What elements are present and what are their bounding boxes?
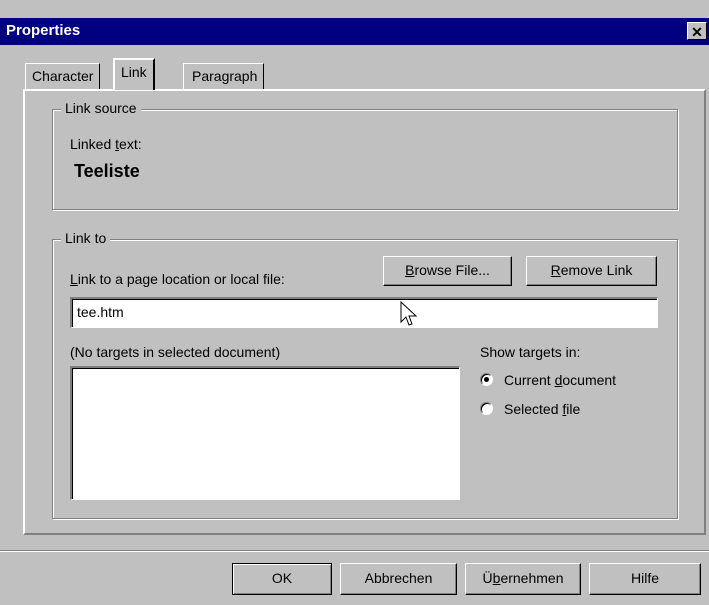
linked-text-value: Teeliste (74, 161, 140, 181)
location-label: Link to a page location or local file: (70, 271, 285, 287)
tab-paragraph[interactable]: Paragraph (183, 63, 265, 89)
title-bar: Properties ✕ (0, 18, 709, 45)
tab-link-label: Link (121, 64, 147, 80)
targets-message: (No targets in selected document) (70, 344, 281, 360)
remove-link-button[interactable]: Remove Link (526, 256, 657, 286)
apply-button[interactable]: Übernehmen (465, 563, 581, 595)
radio-selected-label: Selected file (504, 401, 581, 417)
link-source-legend: Link source (61, 100, 141, 116)
link-source-group (52, 109, 678, 210)
tab-character-label: Character (32, 68, 94, 84)
radio-selected-indicator (480, 402, 493, 415)
ok-button[interactable]: OK (232, 563, 332, 595)
radio-selected-file[interactable]: Selected file (480, 401, 665, 417)
linked-text-label: Linked text: (70, 136, 142, 152)
radio-current-indicator (480, 373, 493, 386)
targets-list[interactable] (70, 366, 460, 500)
radio-current-document[interactable]: Current document (480, 372, 665, 388)
location-input[interactable]: tee.htm (70, 297, 658, 328)
browse-file-button[interactable]: Browse File... (383, 256, 512, 286)
mouse-pointer-icon (400, 301, 418, 326)
tab-paragraph-label: Paragraph (192, 68, 258, 84)
cancel-button[interactable]: Abbrechen (340, 563, 457, 595)
tab-link[interactable]: Link (113, 58, 155, 90)
separator (0, 550, 709, 552)
window-title: Properties (6, 22, 81, 39)
link-to-legend: Link to (61, 230, 111, 246)
close-button[interactable]: ✕ (687, 22, 707, 40)
close-icon: ✕ (691, 24, 703, 40)
radio-current-label: Current document (504, 372, 617, 388)
help-button[interactable]: Hilfe (589, 563, 701, 595)
tab-character[interactable]: Character (25, 63, 101, 89)
location-input-value: tee.htm (77, 304, 124, 320)
show-targets-label: Show targets in: (480, 344, 581, 360)
